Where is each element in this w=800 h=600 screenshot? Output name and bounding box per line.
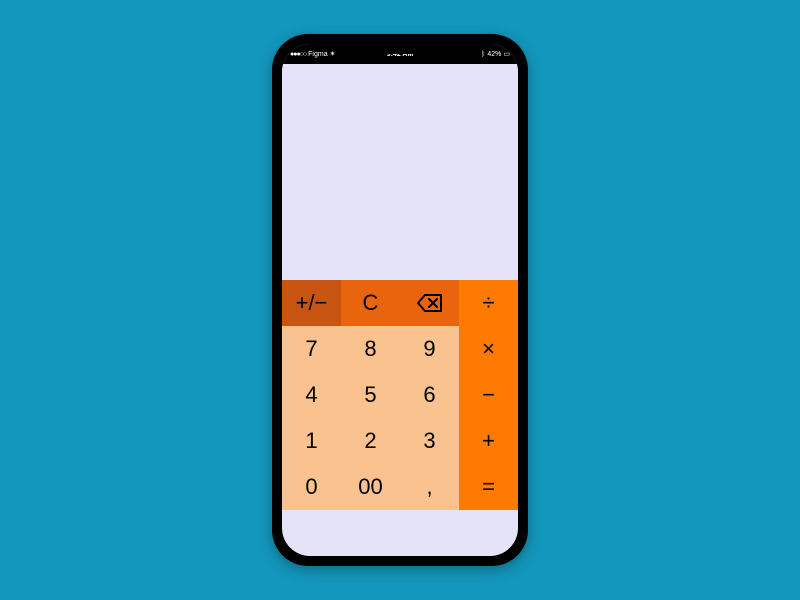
signal-icon: ●●●○○ (290, 51, 306, 58)
digit-7-button[interactable]: 7 (282, 326, 341, 372)
digit-4-button[interactable]: 4 (282, 372, 341, 418)
calc-keypad: +/− C ÷ 7 8 9 × 4 5 6 − 1 2 3 (282, 280, 518, 556)
calc-display (282, 64, 518, 280)
phone-notch (340, 34, 460, 54)
phone-screen: ●●●○○ Figma ✶ 9:42 AM ᛒ 42% ▭ +/− C (282, 44, 518, 556)
digit-6-button[interactable]: 6 (400, 372, 459, 418)
battery-pct: 42% (487, 51, 501, 58)
phone-frame: ●●●○○ Figma ✶ 9:42 AM ᛒ 42% ▭ +/− C (272, 34, 528, 566)
minus-button[interactable]: − (459, 372, 518, 418)
digit-3-button[interactable]: 3 (400, 418, 459, 464)
digit-5-button[interactable]: 5 (341, 372, 400, 418)
bluetooth-icon: ᛒ (481, 51, 485, 58)
equals-button[interactable]: = (459, 464, 518, 510)
clear-button[interactable]: C (341, 280, 400, 326)
backspace-button[interactable] (400, 280, 459, 326)
digit-9-button[interactable]: 9 (400, 326, 459, 372)
carrier-label: Figma (308, 51, 327, 58)
plus-button[interactable]: + (459, 418, 518, 464)
divide-button[interactable]: ÷ (459, 280, 518, 326)
digit-1-button[interactable]: 1 (282, 418, 341, 464)
plus-minus-button[interactable]: +/− (282, 280, 341, 326)
battery-icon: ▭ (503, 50, 510, 58)
decimal-button[interactable]: , (400, 464, 459, 510)
digit-2-button[interactable]: 2 (341, 418, 400, 464)
wifi-icon: ✶ (330, 50, 336, 58)
status-right: ᛒ 42% ▭ (481, 50, 510, 58)
backspace-icon (417, 294, 443, 312)
status-left: ●●●○○ Figma ✶ (290, 50, 335, 58)
digit-00-button[interactable]: 00 (341, 464, 400, 510)
digit-0-button[interactable]: 0 (282, 464, 341, 510)
multiply-button[interactable]: × (459, 326, 518, 372)
digit-8-button[interactable]: 8 (341, 326, 400, 372)
